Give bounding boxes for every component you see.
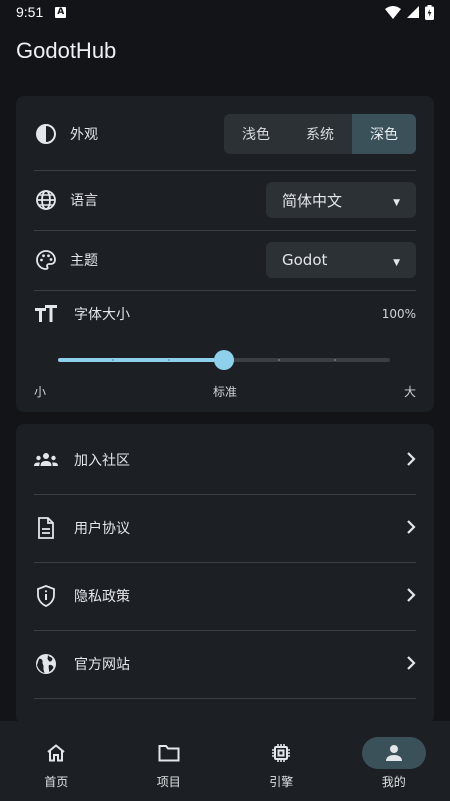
signal-icon (407, 6, 419, 18)
document-icon (34, 516, 58, 540)
chevron-right-icon (406, 451, 416, 470)
slider-fill (58, 358, 224, 362)
slider-mid-label: 标准 (212, 385, 238, 399)
theme-value: Godot (282, 251, 328, 269)
theme-dropdown[interactable]: Godot ▼ (266, 242, 416, 278)
globe-icon (34, 188, 58, 212)
divider (34, 230, 416, 231)
divider (34, 562, 416, 563)
shield-icon (34, 584, 58, 608)
app-title: GodotHub (16, 38, 117, 63)
link-row-terms[interactable]: 用户协议 (34, 516, 416, 540)
theme-label: 主题 (70, 253, 98, 269)
person-icon (361, 737, 426, 769)
link-row-community[interactable]: 加入社区 (34, 448, 416, 472)
font-size-row: 字体大小 100% (34, 302, 416, 326)
contrast-icon (34, 122, 58, 146)
nav-item-engines[interactable]: 引擎 (225, 721, 338, 801)
nav-label-profile: 我的 (381, 775, 406, 789)
chevron-right-icon (406, 587, 416, 606)
nav-item-profile[interactable]: 我的 (338, 721, 450, 801)
divider (34, 630, 416, 631)
links-card: 加入社区 用户协议 隐私政策 官方网站 (16, 424, 434, 724)
globe-icon (34, 652, 58, 676)
link-label-privacy: 隐私政策 (74, 589, 130, 605)
settings-card: 外观 浅色 系统 深色 语言 简体中文 ▼ 主题 Godot ▼ 字体大小 10… (16, 96, 434, 412)
nav-item-home[interactable]: 首页 (0, 721, 113, 801)
link-label-terms: 用户协议 (74, 521, 130, 537)
status-bar: 9:51 A (0, 0, 450, 24)
slider-min-label: 小 (34, 385, 47, 399)
appearance-segmented-control: 浅色 系统 深色 (224, 114, 416, 154)
font-size-value: 100% (381, 307, 416, 321)
community-icon (34, 448, 58, 472)
text-size-icon (34, 302, 58, 326)
font-size-label: 字体大小 (74, 307, 130, 323)
battery-icon (425, 4, 434, 20)
divider (34, 494, 416, 495)
home-icon (24, 737, 88, 769)
slider-max-label: 大 (403, 385, 416, 399)
dropdown-caret-icon: ▼ (393, 198, 400, 208)
nav-item-projects[interactable]: 项目 (113, 721, 226, 801)
language-dropdown[interactable]: 简体中文 ▼ (266, 182, 416, 218)
chevron-right-icon (406, 519, 416, 538)
divider (34, 698, 416, 699)
appearance-option-dark[interactable]: 深色 (352, 114, 416, 154)
bottom-navigation: 首页 项目 引擎 我的 (0, 721, 450, 801)
link-row-website[interactable]: 官方网站 (34, 652, 416, 676)
appearance-option-light[interactable]: 浅色 (224, 114, 288, 154)
link-label-website: 官方网站 (74, 657, 130, 673)
link-row-privacy[interactable]: 隐私政策 (34, 584, 416, 608)
font-size-slider[interactable] (58, 350, 390, 370)
slider-step-dot (167, 359, 170, 361)
chip-icon (249, 737, 313, 769)
nav-label-projects: 项目 (156, 775, 181, 789)
nav-label-engines: 引擎 (269, 775, 294, 789)
nav-label-home: 首页 (44, 775, 69, 789)
link-label-community: 加入社区 (74, 453, 130, 469)
divider (34, 170, 416, 171)
slider-step-dot (278, 359, 281, 361)
language-value: 简体中文 (282, 191, 343, 210)
chevron-right-icon (406, 655, 416, 674)
language-label: 语言 (70, 193, 98, 209)
wifi-icon (385, 5, 401, 19)
slider-thumb[interactable] (214, 350, 234, 370)
slider-step-dot (333, 359, 336, 361)
divider (34, 290, 416, 291)
appearance-label: 外观 (70, 127, 98, 143)
notification-a-icon: A (55, 6, 67, 18)
folder-icon (137, 737, 201, 769)
status-time: 9:51 (16, 4, 44, 20)
palette-icon (34, 248, 58, 272)
dropdown-caret-icon: ▼ (393, 258, 400, 268)
appearance-option-system[interactable]: 系统 (288, 114, 352, 154)
status-indicators (385, 4, 434, 20)
